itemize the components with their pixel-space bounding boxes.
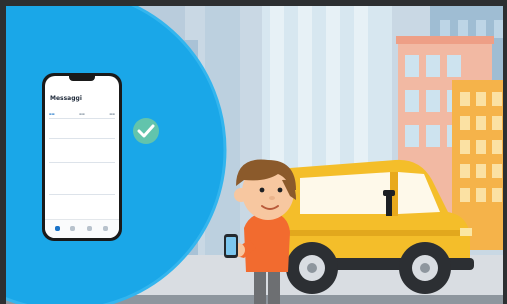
nav-settings-icon (87, 226, 92, 231)
nav-home-icon (55, 226, 60, 231)
checkmark-badge (133, 118, 159, 144)
screen-divider-2 (49, 138, 115, 139)
nav-messages-icon (70, 226, 75, 231)
illustration-scene: Messaggi ▬▬ ▬▬ ▬▬ (0, 0, 507, 304)
screen-tab-3: ▬▬ (109, 112, 115, 116)
screen-tabs: ▬▬ ▬▬ ▬▬ (49, 112, 115, 116)
nav-profile-icon (103, 226, 108, 231)
screen-divider-4 (49, 194, 115, 195)
screen-divider-1 (49, 118, 115, 119)
frame-top (0, 0, 507, 6)
smartphone: Messaggi ▬▬ ▬▬ ▬▬ (42, 73, 122, 241)
frame-right (503, 0, 507, 304)
phone-screen: Messaggi ▬▬ ▬▬ ▬▬ (45, 76, 119, 238)
phone-notch (69, 76, 95, 81)
screen-tab-2: ▬▬ (79, 112, 85, 116)
screen-divider-3 (49, 162, 115, 163)
screen-tab-1: ▬▬ (49, 112, 55, 116)
screen-title: Messaggi (50, 95, 82, 102)
screen-bottom-nav (45, 219, 119, 238)
frame-left (0, 0, 6, 304)
building-peach-roof (396, 36, 494, 44)
